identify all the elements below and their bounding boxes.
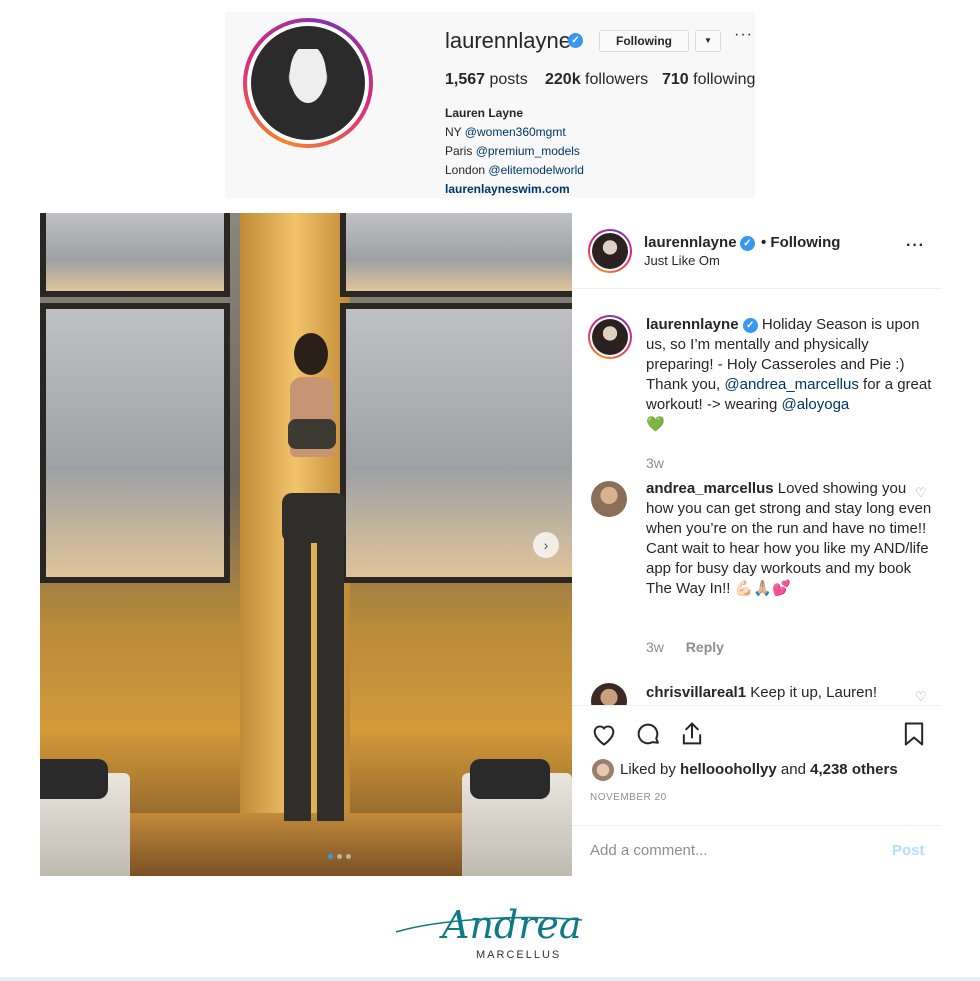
bio-line-london: London @elitemodelworld [445, 163, 584, 177]
profile-header: laurennlayne ✓ Following ▼ ··· 1,567 pos… [225, 12, 755, 198]
add-comment-bar: Add a comment... Post [572, 825, 942, 877]
post-date[interactable]: NOVEMBER 20 [590, 792, 667, 803]
post-comment-button[interactable]: Post [892, 842, 925, 859]
posts-count: 1,567 posts [445, 71, 528, 88]
profile-bio: Lauren Layne NY @women360mgmt Paris @pre… [445, 104, 584, 199]
commenter-avatar[interactable] [591, 683, 627, 705]
likes-others-link[interactable]: 4,238 others [810, 761, 898, 778]
post-side-panel: laurennlayne ✓ • Following Just Like Om … [572, 213, 942, 876]
verified-badge-icon: ✓ [568, 33, 583, 48]
person-figure [254, 333, 364, 843]
bio-line-ny: NY @women360mgmt [445, 125, 566, 139]
carousel-next-icon[interactable]: › [533, 532, 559, 558]
comment-text: Keep it up, Lauren! [750, 684, 878, 701]
post-actions: Liked by hellooohollyy and 4,238 others … [572, 705, 942, 876]
commenter-avatar[interactable] [591, 481, 627, 517]
more-options-icon[interactable]: ··· [906, 237, 925, 255]
caption-avatar[interactable] [588, 315, 632, 359]
bottom-divider [0, 977, 980, 981]
bio-link-elitemodelworld[interactable]: @elitemodelworld [488, 163, 584, 177]
carousel-dot [337, 854, 342, 859]
liker-username[interactable]: hellooohollyy [680, 761, 777, 778]
green-heart-emoji: 💚 [646, 416, 665, 433]
post-location[interactable]: Just Like Om [644, 253, 720, 268]
heart-icon[interactable] [590, 720, 618, 748]
profile-website-link[interactable]: laurenlayneswim.com [445, 180, 584, 199]
share-icon[interactable] [678, 720, 706, 748]
logo-script-text: Andrea [439, 903, 582, 947]
more-options-icon[interactable]: ··· [734, 26, 753, 44]
profile-username: laurennlayne [445, 28, 571, 53]
followers-count[interactable]: 220k followers [545, 71, 648, 89]
post-author-username[interactable]: laurennlayne [644, 234, 737, 251]
bookmark-icon[interactable] [900, 720, 928, 748]
carousel-dot [328, 854, 333, 859]
carousel-dots [328, 854, 351, 859]
caption-time[interactable]: 3w [646, 455, 664, 471]
caption-mention-aloyoga[interactable]: @aloyoga [781, 396, 849, 413]
likes-summary: Liked by hellooohollyy and 4,238 others [620, 761, 898, 778]
reply-button[interactable]: Reply [686, 639, 724, 655]
verified-badge-icon: ✓ [740, 236, 755, 251]
follow-status[interactable]: • Following [761, 234, 840, 251]
comment-text: Loved showing you how you can get strong… [646, 480, 932, 597]
liker-avatar[interactable] [592, 759, 614, 781]
profile-avatar[interactable] [243, 18, 373, 148]
bio-link-premium-models[interactable]: @premium_models [476, 144, 580, 158]
following-count[interactable]: 710 following [662, 71, 755, 89]
logo-sub-text: MARCELLUS [476, 949, 561, 961]
like-comment-heart-icon[interactable]: ♡ [915, 485, 927, 501]
bio-link-women360mgmt[interactable]: @women360mgmt [465, 125, 566, 139]
comments-section[interactable]: laurennlayne ✓ Holiday Season is upon us… [572, 289, 942, 705]
post-image[interactable]: › [40, 213, 572, 876]
post-header: laurennlayne ✓ • Following Just Like Om … [572, 213, 942, 289]
caption-mention-andrea[interactable]: @andrea_marcellus [724, 376, 858, 393]
post-author-avatar[interactable] [588, 229, 632, 273]
following-button[interactable]: Following [599, 30, 689, 52]
comment-time[interactable]: 3w [646, 639, 664, 655]
bio-line-paris: Paris @premium_models [445, 144, 580, 158]
profile-full-name: Lauren Layne [445, 106, 524, 120]
caption-username[interactable]: laurennlayne [646, 316, 739, 333]
like-comment-heart-icon[interactable]: ♡ [915, 689, 927, 705]
comment-icon[interactable] [634, 720, 662, 748]
andrea-marcellus-logo: Andrea MARCELLUS [396, 903, 583, 961]
chevron-down-icon[interactable]: ▼ [695, 30, 721, 52]
comment-username[interactable]: chrisvillareal1 [646, 684, 746, 701]
add-comment-input[interactable]: Add a comment... [590, 842, 708, 859]
verified-badge-icon: ✓ [742, 317, 758, 333]
comment-username[interactable]: andrea_marcellus [646, 480, 774, 497]
carousel-dot [346, 854, 351, 859]
